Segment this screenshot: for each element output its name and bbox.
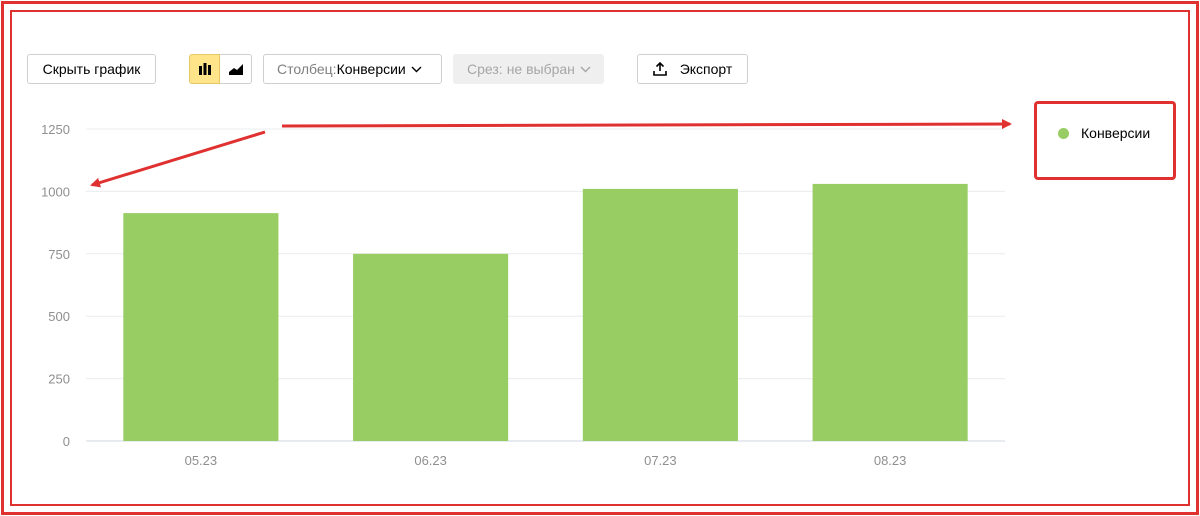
hide-chart-button[interactable]: Скрыть график (27, 54, 156, 84)
chevron-down-icon (411, 66, 422, 73)
y-tick-label: 1000 (41, 184, 70, 199)
bar-05.23[interactable] (123, 213, 279, 441)
upload-icon (652, 62, 667, 76)
y-tick-label: 750 (48, 247, 70, 262)
bar-chart-icon (198, 63, 211, 75)
bar-07.23[interactable] (582, 188, 738, 441)
y-tick-label: 0 (63, 434, 70, 449)
slice-select-key: Срез: (467, 61, 503, 77)
slice-select[interactable]: Срез: не выбран (453, 54, 604, 84)
hide-chart-label: Скрыть график (42, 61, 141, 77)
x-tick-label: 07.23 (644, 453, 677, 468)
y-tick-label: 500 (48, 309, 70, 324)
annotation-frame-inner (10, 10, 1190, 506)
chart-type-toggle (189, 54, 252, 84)
x-tick-label: 05.23 (185, 453, 218, 468)
area-chart-toggle[interactable] (220, 54, 252, 84)
bar-chart-toggle[interactable] (189, 54, 220, 84)
column-select-key: Столбец: (277, 61, 337, 77)
y-tick-label: 1250 (41, 122, 70, 137)
legend-item-conversions[interactable]: Конверсии (1081, 125, 1150, 142)
column-select-value: Конверсии (336, 61, 406, 77)
area-chart-icon (228, 64, 243, 75)
annotation-arrow-left (90, 130, 266, 188)
export-button[interactable]: Экспорт (637, 54, 748, 84)
bar-08.23[interactable] (812, 183, 968, 442)
annotation-arrow-right (281, 119, 1012, 130)
x-tick-label: 08.23 (874, 453, 907, 468)
slice-select-value: не выбран (506, 61, 575, 77)
x-tick-label: 06.23 (414, 453, 447, 468)
chevron-down-icon (580, 66, 591, 73)
legend-dot (1058, 128, 1069, 139)
export-label: Экспорт (679, 61, 733, 77)
y-tick-label: 250 (48, 372, 70, 387)
column-select[interactable]: Столбец: Конверсии (263, 54, 442, 84)
bar-06.23[interactable] (353, 253, 509, 441)
